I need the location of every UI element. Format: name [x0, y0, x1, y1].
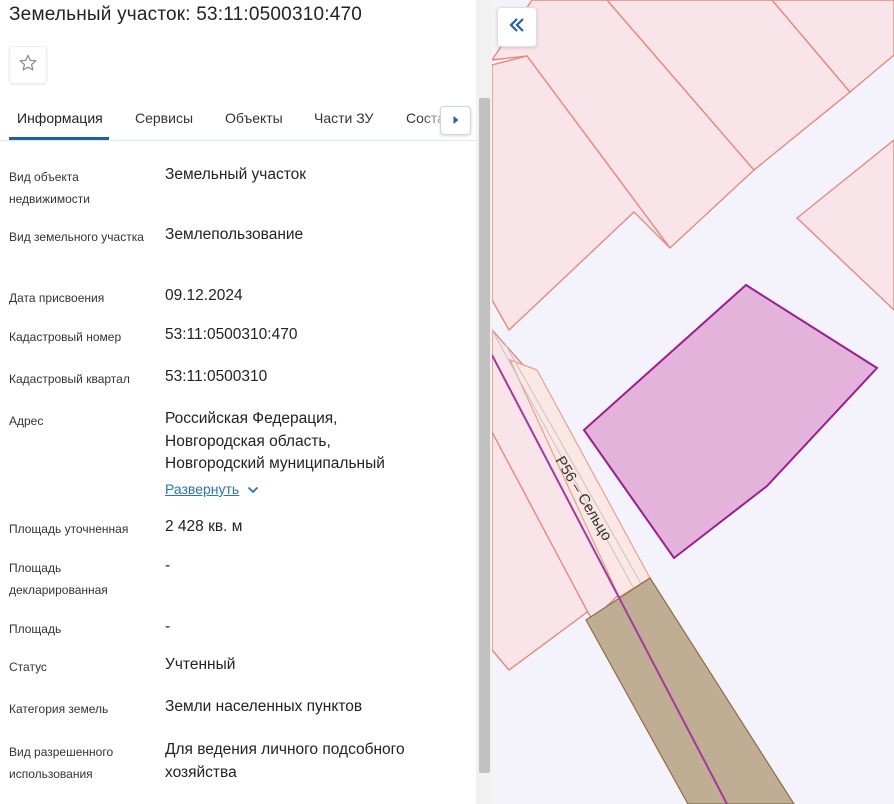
double-chevron-left-icon	[508, 17, 526, 38]
star-outline-icon	[18, 53, 38, 78]
field-value-area-refined: 2 428 кв. м	[165, 518, 243, 535]
cadastral-map[interactable]: Р56 – Сельцо	[492, 0, 894, 804]
tabs-scroll-right-button[interactable]	[440, 106, 471, 135]
field-value-cadastral-number: 53:11:0500310:470	[165, 326, 298, 343]
info-panel: Земельный участок: 53:11:0500310:470 Инф…	[0, 0, 476, 804]
tab-parcel-parts[interactable]: Части ЗУ	[314, 110, 373, 126]
field-label-cadastral-quarter: Кадастровый квартал	[9, 372, 130, 386]
active-tab-indicator	[9, 137, 109, 140]
field-label-address: Адрес	[9, 414, 44, 428]
chevron-down-icon	[247, 481, 259, 497]
field-label-status: Статус	[9, 660, 47, 674]
collapse-panel-button[interactable]	[497, 7, 537, 47]
expand-address-label: Развернуть	[165, 481, 240, 497]
field-value-area-declared: -	[165, 557, 171, 574]
field-value-permitted-use: Для ведения личного подсобного хозяйства	[165, 741, 405, 781]
field-label-permitted-use: Вид разрешенного использования	[9, 745, 114, 781]
field-value-assignment-date: 09.12.2024	[165, 287, 243, 304]
expand-address-link[interactable]: Развернуть	[165, 481, 259, 497]
caret-right-icon	[452, 112, 460, 130]
tab-objects[interactable]: Объекты	[225, 110, 283, 126]
field-value-address: Российская Федерация, Новгородская облас…	[165, 410, 385, 472]
field-value-status: Учтенный	[165, 656, 236, 673]
field-label-area: Площадь	[9, 622, 62, 636]
field-value-parcel-type: Землепользование	[165, 226, 304, 243]
field-label-area-refined: Площадь уточненная	[9, 522, 129, 536]
tab-services[interactable]: Сервисы	[135, 110, 193, 126]
favorite-button[interactable]	[9, 46, 47, 84]
field-value-area: -	[165, 618, 171, 635]
field-label-cadastral-number: Кадастровый номер	[9, 330, 122, 344]
tab-bar: Информация Сервисы Объекты Части ЗУ Сост…	[0, 100, 476, 141]
field-value-land-category: Земли населенных пунктов	[165, 698, 363, 715]
field-label-area-declared: Площадь декларированная	[9, 561, 108, 597]
field-value-object-type: Земельный участок	[165, 166, 307, 183]
field-label-parcel-type: Вид земельного участка	[9, 230, 144, 244]
field-label-object-type: Вид объекта недвижимости	[9, 170, 90, 206]
field-label-assignment-date: Дата присвоения	[9, 291, 105, 305]
field-label-land-category: Категория земель	[9, 702, 109, 716]
page-title: Земельный участок: 53:11:0500310:470	[9, 4, 363, 25]
tab-information[interactable]: Информация	[17, 110, 103, 126]
field-value-cadastral-quarter: 53:11:0500310	[165, 368, 268, 385]
panel-scrollbar-thumb[interactable]	[479, 98, 490, 773]
